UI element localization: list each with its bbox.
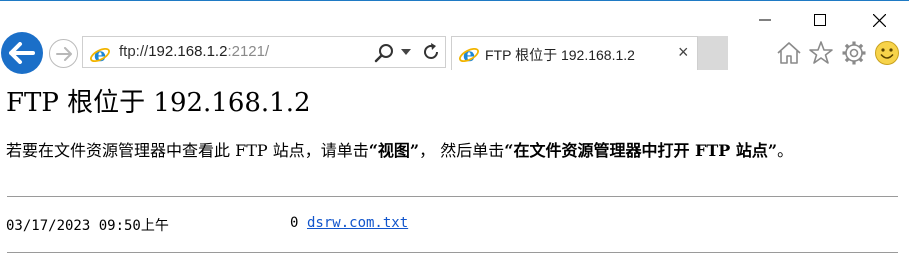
instructions-open-label: “在文件资源管理器中打开 FTP 站点” bbox=[504, 141, 778, 160]
new-tab-button[interactable] bbox=[698, 36, 728, 70]
settings-button[interactable] bbox=[839, 38, 869, 68]
divider-bottom bbox=[7, 252, 898, 253]
favorites-star-icon bbox=[809, 41, 833, 64]
file-date: 03/17/2023 09:50上午 bbox=[6, 218, 169, 234]
back-button[interactable] bbox=[1, 32, 43, 74]
favorites-button[interactable] bbox=[806, 38, 836, 68]
instructions-part2: ， 然后单击 bbox=[419, 141, 505, 160]
instructions-text: 若要在文件资源管理器中查看此 FTP 站点，请单击“视图”， 然后单击“在文件资… bbox=[6, 140, 896, 161]
address-host: 192.168.1.2 bbox=[148, 43, 228, 60]
home-icon bbox=[777, 42, 801, 64]
address-prefix: ftp:// bbox=[119, 43, 149, 60]
feedback-button[interactable] bbox=[872, 38, 902, 68]
maximize-icon bbox=[814, 14, 826, 26]
search-icon[interactable] bbox=[374, 43, 394, 63]
tab-title: FTP 根位于 192.168.1.2 bbox=[485, 47, 635, 63]
window-border bbox=[0, 0, 909, 1]
settings-gear-icon bbox=[842, 41, 866, 65]
tab-close-button[interactable]: × bbox=[678, 42, 689, 63]
instructions-view-label: “视图” bbox=[368, 141, 420, 160]
instructions-part3: 。 bbox=[777, 141, 794, 160]
dropdown-icon[interactable] bbox=[401, 49, 411, 56]
file-size: 0 bbox=[290, 215, 299, 231]
ie-logo-icon: e bbox=[459, 44, 479, 65]
tab-ftp-root[interactable]: e FTP 根位于 192.168.1.2 × bbox=[451, 36, 698, 70]
minimize-icon bbox=[759, 19, 771, 21]
smiley-feedback-icon bbox=[875, 41, 899, 65]
address-bar[interactable]: e ftp://192.168.1.2:2121/ bbox=[82, 36, 446, 68]
refresh-icon[interactable] bbox=[421, 42, 441, 62]
divider-top bbox=[7, 196, 898, 197]
close-icon bbox=[872, 13, 886, 27]
forward-arrow-icon bbox=[55, 46, 72, 61]
page-title: FTP 根位于 192.168.1.2 bbox=[6, 88, 311, 118]
address-url[interactable]: ftp://192.168.1.2:2121/ bbox=[119, 43, 269, 60]
file-link[interactable]: dsrw.com.txt bbox=[307, 215, 408, 231]
close-window-button[interactable] bbox=[856, 4, 902, 36]
maximize-button[interactable] bbox=[797, 4, 843, 36]
instructions-part1: 若要在文件资源管理器中查看此 FTP 站点，请单击 bbox=[6, 141, 369, 160]
ie-logo-icon: e bbox=[90, 44, 110, 65]
back-arrow-icon bbox=[9, 42, 35, 64]
home-button[interactable] bbox=[774, 38, 804, 68]
address-port: :2121/ bbox=[227, 43, 270, 60]
minimize-button[interactable] bbox=[742, 4, 788, 36]
file-list-row: 03/17/2023 09:50上午 0 dsrw.com.txt bbox=[6, 215, 408, 235]
forward-button[interactable] bbox=[49, 39, 78, 68]
